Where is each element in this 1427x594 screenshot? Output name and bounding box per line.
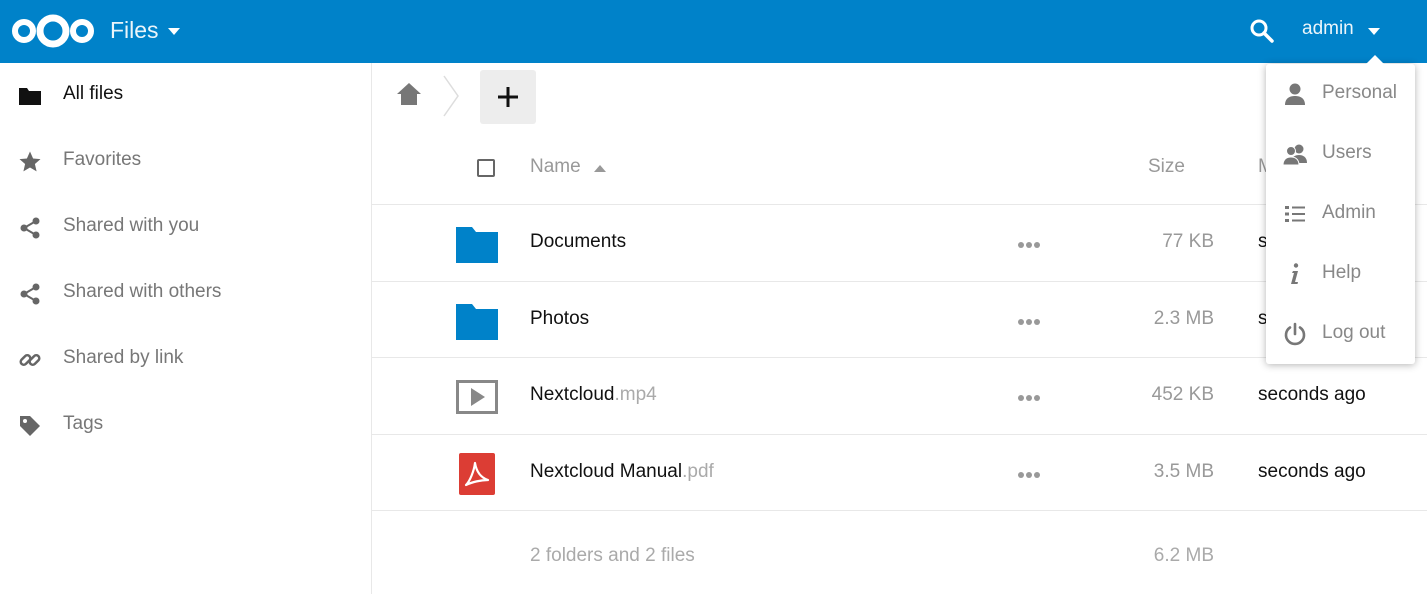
tag-icon bbox=[20, 416, 40, 436]
more-actions-icon[interactable] bbox=[1017, 318, 1041, 326]
nextcloud-logo-icon[interactable] bbox=[10, 12, 96, 50]
power-icon bbox=[1284, 322, 1306, 346]
sidebar-item-tags[interactable]: Tags bbox=[0, 393, 371, 459]
info-icon bbox=[1291, 263, 1299, 284]
sidebar-item-label: Shared with you bbox=[63, 215, 200, 236]
table-row[interactable]: Nextcloud.mp4 452 KB seconds ago bbox=[372, 357, 1427, 434]
sidebar-item-label: Tags bbox=[63, 413, 104, 434]
menu-item-personal[interactable]: Personal bbox=[1266, 64, 1415, 124]
link-icon bbox=[19, 353, 41, 367]
folder-icon bbox=[456, 304, 498, 340]
users-icon bbox=[1283, 144, 1307, 166]
file-list-summary: 2 folders and 2 files 6.2 MB bbox=[372, 510, 1427, 594]
sidebar-item-label: Shared by link bbox=[63, 347, 184, 368]
folder-icon bbox=[19, 88, 41, 105]
menu-item-label: Help bbox=[1322, 262, 1362, 283]
menu-item-label: Personal bbox=[1322, 82, 1397, 103]
admin-list-icon bbox=[1285, 206, 1305, 222]
pdf-file-icon bbox=[459, 453, 495, 495]
breadcrumb-separator-icon bbox=[443, 75, 459, 117]
file-modified: seconds ago bbox=[1258, 461, 1366, 482]
person-icon bbox=[1285, 83, 1305, 105]
sidebar-item-label: Favorites bbox=[63, 149, 142, 170]
sidebar: All files Favorites Shared with you Shar… bbox=[0, 63, 372, 594]
file-size: 3.5 MB bbox=[1153, 461, 1214, 482]
more-actions-icon[interactable] bbox=[1017, 241, 1041, 249]
share-icon bbox=[20, 283, 40, 305]
summary-size: 6.2 MB bbox=[1153, 545, 1214, 566]
file-name[interactable]: Photos bbox=[530, 308, 589, 330]
sidebar-item-label: Shared with others bbox=[63, 281, 222, 302]
file-size: 452 KB bbox=[1151, 384, 1214, 405]
share-icon bbox=[20, 217, 40, 239]
menu-item-admin[interactable]: Admin bbox=[1266, 184, 1415, 244]
home-icon[interactable] bbox=[396, 81, 422, 107]
menu-item-label: Log out bbox=[1322, 322, 1386, 343]
menu-item-users[interactable]: Users bbox=[1266, 124, 1415, 184]
select-all-checkbox[interactable] bbox=[477, 159, 495, 177]
new-file-button[interactable] bbox=[480, 70, 536, 124]
sort-ascending-icon[interactable] bbox=[594, 165, 606, 172]
table-row[interactable]: Nextcloud Manual.pdf 3.5 MB seconds ago bbox=[372, 434, 1427, 511]
user-menu-caret-icon[interactable] bbox=[1368, 28, 1380, 35]
menu-item-help[interactable]: Help bbox=[1266, 244, 1415, 304]
sidebar-item-all-files[interactable]: All files bbox=[0, 63, 371, 129]
menu-item-label: Users bbox=[1322, 142, 1372, 163]
column-header-name[interactable]: Name bbox=[530, 156, 581, 178]
file-name[interactable]: Documents bbox=[530, 231, 626, 253]
file-name[interactable]: Nextcloud Manual.pdf bbox=[530, 461, 714, 483]
file-size: 2.3 MB bbox=[1153, 308, 1214, 329]
user-menu-name[interactable]: admin bbox=[1302, 18, 1354, 40]
menu-item-log-out[interactable]: Log out bbox=[1266, 304, 1415, 364]
more-actions-icon[interactable] bbox=[1017, 394, 1041, 402]
app-menu-title[interactable]: Files bbox=[110, 17, 159, 44]
file-name[interactable]: Nextcloud.mp4 bbox=[530, 384, 657, 406]
sidebar-item-shared-with-you[interactable]: Shared with you bbox=[0, 195, 371, 261]
more-actions-icon[interactable] bbox=[1017, 471, 1041, 479]
menu-item-label: Admin bbox=[1322, 202, 1376, 223]
search-icon[interactable] bbox=[1249, 18, 1275, 44]
file-modified: seconds ago bbox=[1258, 384, 1366, 405]
video-file-icon bbox=[456, 380, 498, 414]
sidebar-item-label: All files bbox=[63, 83, 124, 104]
sidebar-item-favorites[interactable]: Favorites bbox=[0, 129, 371, 195]
folder-icon bbox=[456, 227, 498, 263]
sidebar-item-shared-by-link[interactable]: Shared by link bbox=[0, 327, 371, 393]
star-icon bbox=[19, 151, 41, 172]
plus-icon bbox=[498, 87, 518, 107]
column-header-size[interactable]: Size bbox=[1148, 156, 1185, 178]
app-menu-caret-icon[interactable] bbox=[168, 28, 180, 35]
top-header: Files admin bbox=[0, 0, 1427, 63]
sidebar-item-shared-with-others[interactable]: Shared with others bbox=[0, 261, 371, 327]
file-size: 77 KB bbox=[1162, 231, 1214, 252]
user-dropdown-menu: Personal Users Admin Help Log out bbox=[1266, 55, 1415, 364]
summary-text: 2 folders and 2 files bbox=[530, 545, 695, 566]
